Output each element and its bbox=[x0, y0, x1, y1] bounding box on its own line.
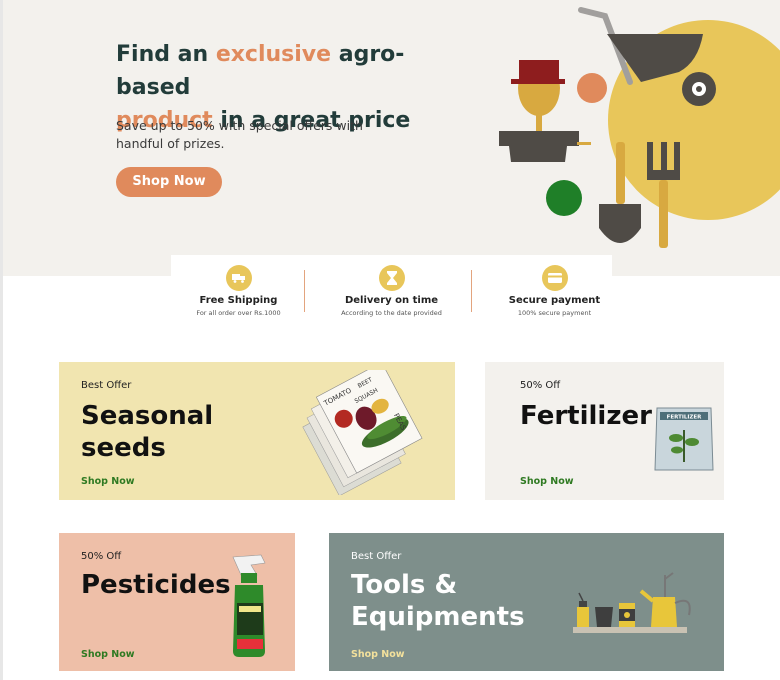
feature-free-shipping: Free Shipping For all order over Rs.1000 bbox=[171, 265, 306, 317]
garden-tools-image bbox=[573, 572, 691, 633]
promo-card-fertilizer[interactable]: 50% Off Fertilizer Shop Now FERTILIZER bbox=[485, 362, 724, 500]
feature-subtitle: For all order over Rs.1000 bbox=[196, 309, 281, 317]
promo-card-seasonal-seeds[interactable]: Best Offer Seasonal seeds Shop Now TOMATO… bbox=[59, 362, 455, 500]
card-shop-now-link[interactable]: Shop Now bbox=[81, 649, 135, 660]
scarecrow-icon bbox=[499, 60, 591, 162]
feature-divider bbox=[471, 270, 472, 312]
feature-delivery-on-time: Delivery on time According to the date p… bbox=[324, 265, 459, 317]
card-tag: Best Offer bbox=[81, 380, 132, 391]
spray-bottle-image bbox=[232, 554, 266, 657]
card-tag: Best Offer bbox=[351, 551, 402, 562]
card-tag: 50% Off bbox=[520, 380, 561, 391]
features-bar: Free Shipping For all order over Rs.1000… bbox=[171, 255, 612, 325]
hero-subtitle: Save up to 50% with special offers with … bbox=[116, 118, 363, 151]
bag-label: FERTILIZER bbox=[667, 415, 703, 421]
hero-shop-now-button[interactable]: Shop Now bbox=[116, 167, 222, 197]
green-ball bbox=[546, 180, 582, 216]
fertilizer-bag-image: FERTILIZER bbox=[654, 407, 714, 471]
card-title: Fertilizer bbox=[520, 401, 652, 431]
seed-packets-image: TOMATO BEET SQUASH PEAS bbox=[302, 370, 423, 495]
card-title: Pesticides bbox=[81, 570, 231, 600]
card-shop-now-link[interactable]: Shop Now bbox=[520, 476, 574, 487]
feature-divider bbox=[304, 270, 305, 312]
feature-subtitle: 100% secure payment bbox=[517, 309, 592, 317]
card-tag: 50% Off bbox=[81, 551, 122, 562]
feature-title: Secure payment bbox=[508, 295, 601, 306]
card-title: Tools & Equipments bbox=[351, 570, 525, 632]
hero-illustration bbox=[499, 7, 780, 248]
feature-secure-payment: Secure payment 100% secure payment bbox=[487, 265, 622, 317]
orange-ball bbox=[577, 73, 607, 103]
truck-icon bbox=[225, 265, 252, 291]
feature-title: Delivery on time bbox=[344, 295, 439, 306]
hero-banner: Find an exclusive agro-based product in … bbox=[3, 0, 780, 276]
card-shop-now-link[interactable]: Shop Now bbox=[81, 476, 135, 487]
promo-card-pesticides[interactable]: 50% Off Pesticides Shop Now bbox=[59, 533, 295, 671]
card-title: Seasonal seeds bbox=[81, 401, 214, 463]
hourglass-icon bbox=[378, 265, 405, 291]
promo-card-tools-equipments[interactable]: Best Offer Tools & Equipments Shop Now bbox=[329, 533, 724, 671]
feature-subtitle: According to the date provided bbox=[341, 309, 442, 317]
feature-title: Free Shipping bbox=[199, 295, 278, 306]
card-shop-now-link[interactable]: Shop Now bbox=[351, 649, 405, 660]
credit-card-icon bbox=[541, 265, 568, 291]
